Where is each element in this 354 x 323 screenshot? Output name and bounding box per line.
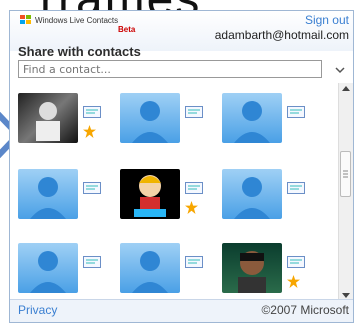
star-icon bbox=[83, 125, 96, 138]
generic-person-icon[interactable] bbox=[120, 93, 180, 143]
message-icon[interactable] bbox=[185, 182, 203, 194]
message-icon[interactable] bbox=[83, 182, 101, 194]
message-icon[interactable] bbox=[83, 256, 101, 268]
contact-cell[interactable] bbox=[120, 83, 220, 153]
share-title: Share with contacts bbox=[18, 44, 141, 59]
star-icon bbox=[287, 275, 300, 288]
logo-text: Windows Live Contacts bbox=[35, 15, 119, 25]
message-icon[interactable] bbox=[185, 256, 203, 268]
contact-cell[interactable] bbox=[120, 233, 220, 295]
windows-live-logo: Windows Live Contacts bbox=[20, 15, 118, 25]
contact-cell[interactable] bbox=[18, 233, 118, 295]
cartoon-avatar[interactable] bbox=[120, 169, 180, 219]
widget-footer: Privacy ©2007 Microsoft bbox=[10, 299, 353, 322]
windows-flag-icon bbox=[20, 15, 31, 24]
scroll-thumb[interactable] bbox=[340, 151, 351, 197]
message-icon[interactable] bbox=[287, 182, 305, 194]
contact-cell[interactable] bbox=[222, 83, 322, 153]
contact-photo[interactable] bbox=[18, 93, 78, 143]
user-email: adambarth@hotmail.com bbox=[214, 28, 349, 42]
vertical-scrollbar[interactable] bbox=[338, 83, 353, 301]
contact-cell[interactable] bbox=[120, 159, 220, 229]
contact-photo[interactable] bbox=[222, 243, 282, 293]
sign-out-link[interactable]: Sign out bbox=[305, 13, 349, 27]
generic-person-icon[interactable] bbox=[18, 243, 78, 293]
generic-person-icon[interactable] bbox=[120, 243, 180, 293]
find-contact-input[interactable] bbox=[18, 60, 322, 78]
generic-person-icon[interactable] bbox=[18, 169, 78, 219]
contact-cell[interactable] bbox=[222, 159, 322, 229]
scroll-up-icon[interactable] bbox=[339, 83, 353, 95]
contact-cell[interactable] bbox=[18, 159, 118, 229]
contact-cell[interactable] bbox=[18, 83, 118, 153]
contact-cell[interactable] bbox=[222, 233, 322, 295]
widget-header: Windows Live Contacts Beta Sign out adam… bbox=[10, 11, 353, 59]
privacy-link[interactable]: Privacy bbox=[18, 303, 57, 317]
message-icon[interactable] bbox=[185, 106, 203, 118]
message-icon[interactable] bbox=[287, 256, 305, 268]
chevron-down-icon[interactable] bbox=[335, 65, 345, 75]
beta-badge: Beta bbox=[118, 25, 136, 34]
contacts-widget: Windows Live Contacts Beta Sign out adam… bbox=[9, 10, 354, 323]
generic-person-icon[interactable] bbox=[222, 93, 282, 143]
contacts-grid bbox=[10, 83, 340, 295]
message-icon[interactable] bbox=[287, 106, 305, 118]
generic-person-icon[interactable] bbox=[222, 169, 282, 219]
star-icon bbox=[185, 201, 198, 214]
copyright-text: ©2007 Microsoft bbox=[261, 303, 349, 317]
message-icon[interactable] bbox=[83, 106, 101, 118]
